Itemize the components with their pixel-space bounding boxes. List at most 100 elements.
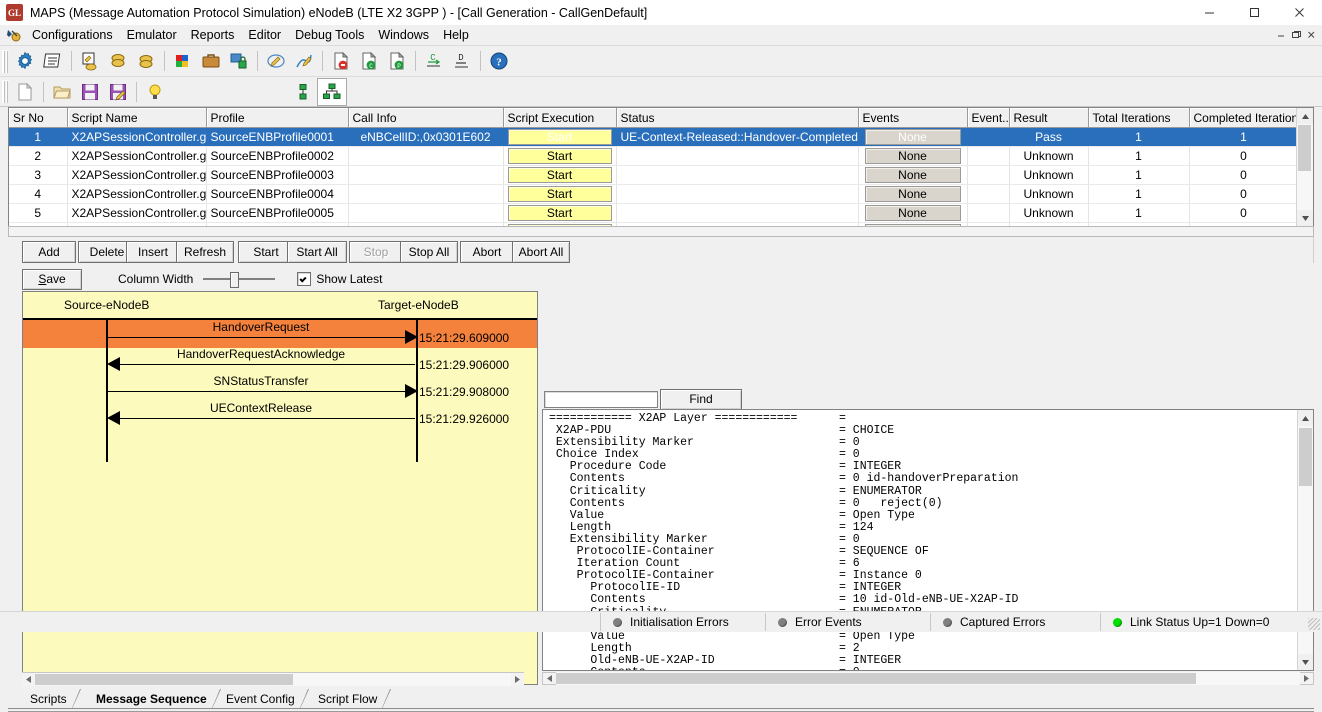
menu-item-editor[interactable]: Editor: [241, 26, 288, 44]
table-row[interactable]: 2 X2APSessionController.gls SourceENBPro…: [9, 146, 1296, 166]
capture-icon[interactable]: C: [355, 48, 383, 74]
col-header-completed-iterations[interactable]: Completed Iterations: [1189, 108, 1296, 128]
events-button[interactable]: None: [864, 167, 961, 183]
col-header-event2[interactable]: Event...: [967, 108, 1010, 128]
grid-scroll-track[interactable]: [1297, 124, 1313, 210]
refresh-button[interactable]: Refresh: [176, 241, 234, 263]
col-header-script-exec[interactable]: Script Execution: [503, 108, 617, 128]
tab-script-flow[interactable]: Script Flow: [312, 689, 392, 709]
events-button[interactable]: None: [864, 129, 961, 145]
scroll-down-icon[interactable]: [1297, 654, 1313, 670]
col-header-result[interactable]: Result: [1009, 108, 1089, 128]
decode-hscroll-track[interactable]: [556, 672, 1300, 685]
checkbox-icon[interactable]: [297, 272, 312, 286]
col-header-status[interactable]: Status: [616, 108, 859, 128]
decode-hscroll-thumb[interactable]: [556, 673, 1196, 684]
mdi-system-icon[interactable]: [3, 26, 25, 44]
menu-item-help[interactable]: Help: [436, 26, 476, 44]
col-header-call-info[interactable]: Call Info: [348, 108, 504, 128]
close-icon[interactable]: [1277, 0, 1322, 25]
scroll-up-icon[interactable]: [1297, 410, 1313, 426]
decode-horizontal-scrollbar[interactable]: [542, 672, 1314, 685]
toolbar-grip[interactable]: [2, 49, 9, 73]
lightbulb-icon[interactable]: [141, 79, 169, 105]
start-button[interactable]: Start: [507, 167, 612, 183]
start-button[interactable]: Start: [238, 241, 294, 263]
maximize-icon[interactable]: [1232, 0, 1277, 25]
minimize-icon[interactable]: [1187, 0, 1232, 25]
find-input[interactable]: [544, 390, 658, 408]
menu-item-emulator[interactable]: Emulator: [120, 26, 184, 44]
sequence-horizontal-scrollbar[interactable]: [22, 672, 524, 686]
script-editor-icon[interactable]: [39, 48, 67, 74]
status-link-status[interactable]: Link Status Up=1 Down=0: [1100, 613, 1310, 631]
col-header-total-iterations[interactable]: Total Iterations: [1088, 108, 1190, 128]
table-row[interactable]: 3 X2APSessionController.gls SourceENBPro…: [9, 165, 1296, 185]
stop-record-icon[interactable]: [327, 48, 355, 74]
sequence-scroll-thumb[interactable]: [35, 674, 293, 685]
tab-message-sequence[interactable]: Message Sequence: [90, 689, 221, 709]
color-palette-icon[interactable]: [169, 48, 197, 74]
signature-icon[interactable]: [290, 48, 318, 74]
show-latest-checkbox[interactable]: Show Latest: [297, 272, 382, 286]
save-button[interactable]: Save: [22, 268, 82, 290]
scroll-right-icon[interactable]: [1300, 672, 1313, 685]
save-icon[interactable]: [76, 79, 104, 105]
add-button[interactable]: Add: [22, 241, 76, 263]
briefcase-icon[interactable]: [197, 48, 225, 74]
status-captured-errors[interactable]: Captured Errors: [930, 613, 1100, 631]
open-folder-icon[interactable]: [48, 79, 76, 105]
find-button[interactable]: Find: [660, 388, 742, 410]
table-row[interactable]: 5 X2APSessionController.gls SourceENBPro…: [9, 203, 1296, 223]
d-trace-icon[interactable]: D: [448, 48, 476, 74]
secure-link-icon[interactable]: [225, 48, 253, 74]
column-width-slider[interactable]: [203, 271, 276, 288]
start-button[interactable]: Start: [507, 148, 612, 164]
scroll-up-icon[interactable]: [1297, 108, 1313, 124]
table-row[interactable]: 1 X2APSessionController.gls SourceENBPro…: [9, 127, 1296, 147]
abort-button[interactable]: Abort: [460, 241, 514, 263]
menu-item-windows[interactable]: Windows: [371, 26, 436, 44]
settings-gear-icon[interactable]: [11, 48, 39, 74]
mdi-close-icon[interactable]: [1304, 27, 1319, 42]
node-view-icon[interactable]: [289, 79, 317, 105]
mdi-restore-icon[interactable]: [1289, 27, 1304, 42]
play-capture-icon[interactable]: P: [383, 48, 411, 74]
help-icon[interactable]: ?: [485, 48, 513, 74]
slider-knob[interactable]: [230, 272, 240, 288]
resize-grip-icon[interactable]: [1308, 618, 1320, 630]
status-error-events[interactable]: Error Events: [765, 613, 930, 631]
tree-view-icon[interactable]: [317, 77, 347, 106]
mdi-minimize-icon[interactable]: [1274, 27, 1289, 42]
c-trace-icon[interactable]: C: [420, 48, 448, 74]
table-row[interactable]: 4 X2APSessionController.gls SourceENBPro…: [9, 184, 1296, 204]
decode-scroll-thumb[interactable]: [1298, 428, 1312, 486]
scroll-left-icon[interactable]: [543, 672, 556, 685]
new-file-icon[interactable]: [11, 79, 39, 105]
pen-icon[interactable]: [262, 48, 290, 74]
grid-vertical-scrollbar[interactable]: [1296, 108, 1313, 226]
save-as-icon[interactable]: [104, 79, 132, 105]
col-header-events[interactable]: Events: [858, 108, 968, 128]
start-button[interactable]: Start: [507, 129, 612, 145]
col-header-sr-no[interactable]: Sr No: [9, 108, 68, 128]
events-button[interactable]: None: [864, 205, 961, 221]
edit-profile-icon[interactable]: [76, 48, 104, 74]
toolbar-grip[interactable]: [2, 80, 9, 103]
status-initialisation-errors[interactable]: Initialisation Errors: [600, 613, 765, 631]
menu-item-debug-tools[interactable]: Debug Tools: [288, 26, 371, 44]
scroll-right-icon[interactable]: [511, 673, 524, 686]
events-button[interactable]: None: [864, 148, 961, 164]
col-header-profile[interactable]: Profile: [206, 108, 349, 128]
abort-all-button[interactable]: Abort All: [512, 241, 570, 263]
scroll-down-icon[interactable]: [1297, 210, 1313, 226]
col-header-script-name[interactable]: Script Name: [67, 108, 207, 128]
insert-button[interactable]: Insert: [126, 241, 180, 263]
sequence-scroll-track[interactable]: [35, 673, 511, 686]
events-button[interactable]: None: [864, 186, 961, 202]
start-all-button[interactable]: Start All: [287, 241, 347, 263]
tab-scripts[interactable]: Scripts: [24, 689, 81, 709]
grid-scroll-thumb[interactable]: [1298, 125, 1311, 171]
tab-event-config[interactable]: Event Config: [220, 689, 309, 709]
menu-item-reports[interactable]: Reports: [184, 26, 242, 44]
